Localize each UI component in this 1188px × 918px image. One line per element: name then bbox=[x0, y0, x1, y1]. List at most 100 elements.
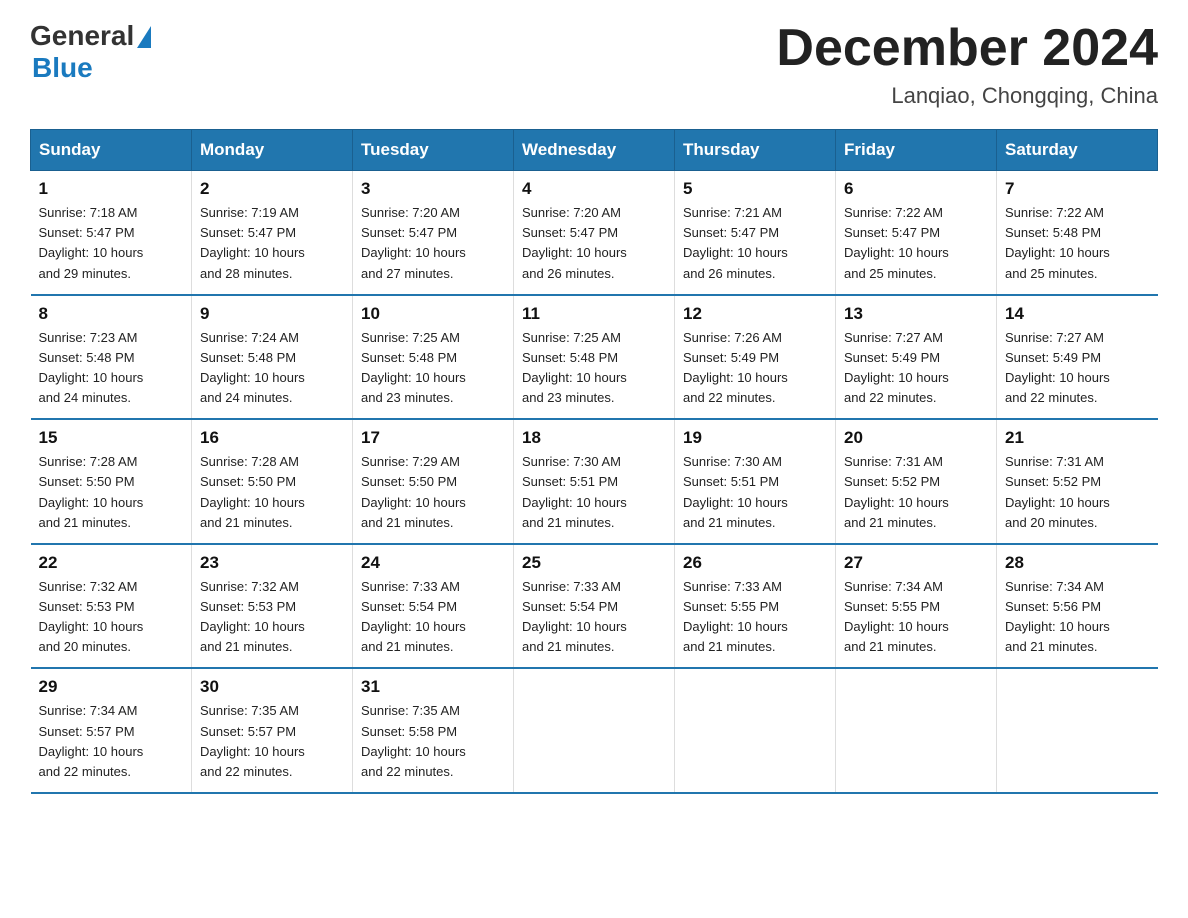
day-info: Sunrise: 7:23 AMSunset: 5:48 PMDaylight:… bbox=[39, 330, 144, 405]
calendar-day-cell bbox=[514, 668, 675, 793]
day-number: 7 bbox=[1005, 179, 1150, 199]
calendar-day-cell: 3 Sunrise: 7:20 AMSunset: 5:47 PMDayligh… bbox=[353, 171, 514, 295]
calendar-day-cell: 2 Sunrise: 7:19 AMSunset: 5:47 PMDayligh… bbox=[192, 171, 353, 295]
calendar-day-cell: 15 Sunrise: 7:28 AMSunset: 5:50 PMDaylig… bbox=[31, 419, 192, 544]
day-info: Sunrise: 7:22 AMSunset: 5:48 PMDaylight:… bbox=[1005, 205, 1110, 280]
calendar-day-cell: 30 Sunrise: 7:35 AMSunset: 5:57 PMDaylig… bbox=[192, 668, 353, 793]
day-number: 24 bbox=[361, 553, 505, 573]
calendar-day-cell: 19 Sunrise: 7:30 AMSunset: 5:51 PMDaylig… bbox=[675, 419, 836, 544]
day-number: 11 bbox=[522, 304, 666, 324]
calendar-day-cell: 26 Sunrise: 7:33 AMSunset: 5:55 PMDaylig… bbox=[675, 544, 836, 669]
calendar-day-cell: 14 Sunrise: 7:27 AMSunset: 5:49 PMDaylig… bbox=[997, 295, 1158, 420]
calendar-day-cell: 22 Sunrise: 7:32 AMSunset: 5:53 PMDaylig… bbox=[31, 544, 192, 669]
day-number: 23 bbox=[200, 553, 344, 573]
calendar-day-cell: 16 Sunrise: 7:28 AMSunset: 5:50 PMDaylig… bbox=[192, 419, 353, 544]
day-info: Sunrise: 7:20 AMSunset: 5:47 PMDaylight:… bbox=[361, 205, 466, 280]
calendar-week-row: 1 Sunrise: 7:18 AMSunset: 5:47 PMDayligh… bbox=[31, 171, 1158, 295]
day-info: Sunrise: 7:19 AMSunset: 5:47 PMDaylight:… bbox=[200, 205, 305, 280]
day-info: Sunrise: 7:35 AMSunset: 5:58 PMDaylight:… bbox=[361, 703, 466, 778]
calendar-day-cell: 31 Sunrise: 7:35 AMSunset: 5:58 PMDaylig… bbox=[353, 668, 514, 793]
day-number: 5 bbox=[683, 179, 827, 199]
day-info: Sunrise: 7:26 AMSunset: 5:49 PMDaylight:… bbox=[683, 330, 788, 405]
calendar-day-cell: 24 Sunrise: 7:33 AMSunset: 5:54 PMDaylig… bbox=[353, 544, 514, 669]
day-info: Sunrise: 7:30 AMSunset: 5:51 PMDaylight:… bbox=[522, 454, 627, 529]
calendar-day-cell: 25 Sunrise: 7:33 AMSunset: 5:54 PMDaylig… bbox=[514, 544, 675, 669]
day-info: Sunrise: 7:33 AMSunset: 5:54 PMDaylight:… bbox=[522, 579, 627, 654]
day-info: Sunrise: 7:20 AMSunset: 5:47 PMDaylight:… bbox=[522, 205, 627, 280]
calendar-day-cell: 13 Sunrise: 7:27 AMSunset: 5:49 PMDaylig… bbox=[836, 295, 997, 420]
logo: General Blue bbox=[30, 20, 151, 84]
day-info: Sunrise: 7:21 AMSunset: 5:47 PMDaylight:… bbox=[683, 205, 788, 280]
day-info: Sunrise: 7:34 AMSunset: 5:55 PMDaylight:… bbox=[844, 579, 949, 654]
day-number: 18 bbox=[522, 428, 666, 448]
calendar-day-cell: 5 Sunrise: 7:21 AMSunset: 5:47 PMDayligh… bbox=[675, 171, 836, 295]
calendar-day-cell: 9 Sunrise: 7:24 AMSunset: 5:48 PMDayligh… bbox=[192, 295, 353, 420]
day-info: Sunrise: 7:27 AMSunset: 5:49 PMDaylight:… bbox=[844, 330, 949, 405]
title-block: December 2024 Lanqiao, Chongqing, China bbox=[776, 20, 1158, 109]
day-info: Sunrise: 7:25 AMSunset: 5:48 PMDaylight:… bbox=[361, 330, 466, 405]
day-info: Sunrise: 7:28 AMSunset: 5:50 PMDaylight:… bbox=[200, 454, 305, 529]
day-number: 19 bbox=[683, 428, 827, 448]
calendar-weekday-header: Sunday bbox=[31, 130, 192, 171]
day-number: 8 bbox=[39, 304, 184, 324]
calendar-day-cell: 29 Sunrise: 7:34 AMSunset: 5:57 PMDaylig… bbox=[31, 668, 192, 793]
day-info: Sunrise: 7:27 AMSunset: 5:49 PMDaylight:… bbox=[1005, 330, 1110, 405]
calendar-day-cell: 11 Sunrise: 7:25 AMSunset: 5:48 PMDaylig… bbox=[514, 295, 675, 420]
day-number: 30 bbox=[200, 677, 344, 697]
calendar-weekday-header: Thursday bbox=[675, 130, 836, 171]
calendar-day-cell: 10 Sunrise: 7:25 AMSunset: 5:48 PMDaylig… bbox=[353, 295, 514, 420]
logo-blue: Blue bbox=[32, 52, 93, 84]
day-info: Sunrise: 7:31 AMSunset: 5:52 PMDaylight:… bbox=[844, 454, 949, 529]
day-info: Sunrise: 7:24 AMSunset: 5:48 PMDaylight:… bbox=[200, 330, 305, 405]
day-number: 9 bbox=[200, 304, 344, 324]
day-info: Sunrise: 7:30 AMSunset: 5:51 PMDaylight:… bbox=[683, 454, 788, 529]
day-info: Sunrise: 7:35 AMSunset: 5:57 PMDaylight:… bbox=[200, 703, 305, 778]
calendar-day-cell: 23 Sunrise: 7:32 AMSunset: 5:53 PMDaylig… bbox=[192, 544, 353, 669]
day-number: 25 bbox=[522, 553, 666, 573]
calendar-day-cell bbox=[675, 668, 836, 793]
calendar-day-cell: 8 Sunrise: 7:23 AMSunset: 5:48 PMDayligh… bbox=[31, 295, 192, 420]
calendar-table: SundayMondayTuesdayWednesdayThursdayFrid… bbox=[30, 129, 1158, 794]
calendar-week-row: 29 Sunrise: 7:34 AMSunset: 5:57 PMDaylig… bbox=[31, 668, 1158, 793]
calendar-day-cell: 7 Sunrise: 7:22 AMSunset: 5:48 PMDayligh… bbox=[997, 171, 1158, 295]
day-info: Sunrise: 7:33 AMSunset: 5:55 PMDaylight:… bbox=[683, 579, 788, 654]
day-info: Sunrise: 7:25 AMSunset: 5:48 PMDaylight:… bbox=[522, 330, 627, 405]
calendar-week-row: 8 Sunrise: 7:23 AMSunset: 5:48 PMDayligh… bbox=[31, 295, 1158, 420]
calendar-weekday-header: Wednesday bbox=[514, 130, 675, 171]
day-number: 22 bbox=[39, 553, 184, 573]
day-number: 13 bbox=[844, 304, 988, 324]
day-info: Sunrise: 7:18 AMSunset: 5:47 PMDaylight:… bbox=[39, 205, 144, 280]
calendar-week-row: 15 Sunrise: 7:28 AMSunset: 5:50 PMDaylig… bbox=[31, 419, 1158, 544]
calendar-weekday-header: Friday bbox=[836, 130, 997, 171]
day-info: Sunrise: 7:22 AMSunset: 5:47 PMDaylight:… bbox=[844, 205, 949, 280]
calendar-header-row: SundayMondayTuesdayWednesdayThursdayFrid… bbox=[31, 130, 1158, 171]
calendar-weekday-header: Monday bbox=[192, 130, 353, 171]
calendar-day-cell: 12 Sunrise: 7:26 AMSunset: 5:49 PMDaylig… bbox=[675, 295, 836, 420]
calendar-day-cell: 6 Sunrise: 7:22 AMSunset: 5:47 PMDayligh… bbox=[836, 171, 997, 295]
day-info: Sunrise: 7:34 AMSunset: 5:57 PMDaylight:… bbox=[39, 703, 144, 778]
day-number: 16 bbox=[200, 428, 344, 448]
day-number: 10 bbox=[361, 304, 505, 324]
day-number: 2 bbox=[200, 179, 344, 199]
day-number: 1 bbox=[39, 179, 184, 199]
day-number: 6 bbox=[844, 179, 988, 199]
day-number: 26 bbox=[683, 553, 827, 573]
day-info: Sunrise: 7:29 AMSunset: 5:50 PMDaylight:… bbox=[361, 454, 466, 529]
day-info: Sunrise: 7:28 AMSunset: 5:50 PMDaylight:… bbox=[39, 454, 144, 529]
day-number: 17 bbox=[361, 428, 505, 448]
day-number: 15 bbox=[39, 428, 184, 448]
calendar-day-cell: 27 Sunrise: 7:34 AMSunset: 5:55 PMDaylig… bbox=[836, 544, 997, 669]
calendar-day-cell: 18 Sunrise: 7:30 AMSunset: 5:51 PMDaylig… bbox=[514, 419, 675, 544]
day-info: Sunrise: 7:32 AMSunset: 5:53 PMDaylight:… bbox=[39, 579, 144, 654]
day-info: Sunrise: 7:34 AMSunset: 5:56 PMDaylight:… bbox=[1005, 579, 1110, 654]
calendar-weekday-header: Saturday bbox=[997, 130, 1158, 171]
day-number: 31 bbox=[361, 677, 505, 697]
calendar-title: December 2024 bbox=[776, 20, 1158, 77]
day-info: Sunrise: 7:32 AMSunset: 5:53 PMDaylight:… bbox=[200, 579, 305, 654]
calendar-weekday-header: Tuesday bbox=[353, 130, 514, 171]
calendar-day-cell bbox=[836, 668, 997, 793]
day-number: 3 bbox=[361, 179, 505, 199]
logo-triangle-icon bbox=[137, 26, 151, 48]
calendar-day-cell: 1 Sunrise: 7:18 AMSunset: 5:47 PMDayligh… bbox=[31, 171, 192, 295]
day-number: 27 bbox=[844, 553, 988, 573]
